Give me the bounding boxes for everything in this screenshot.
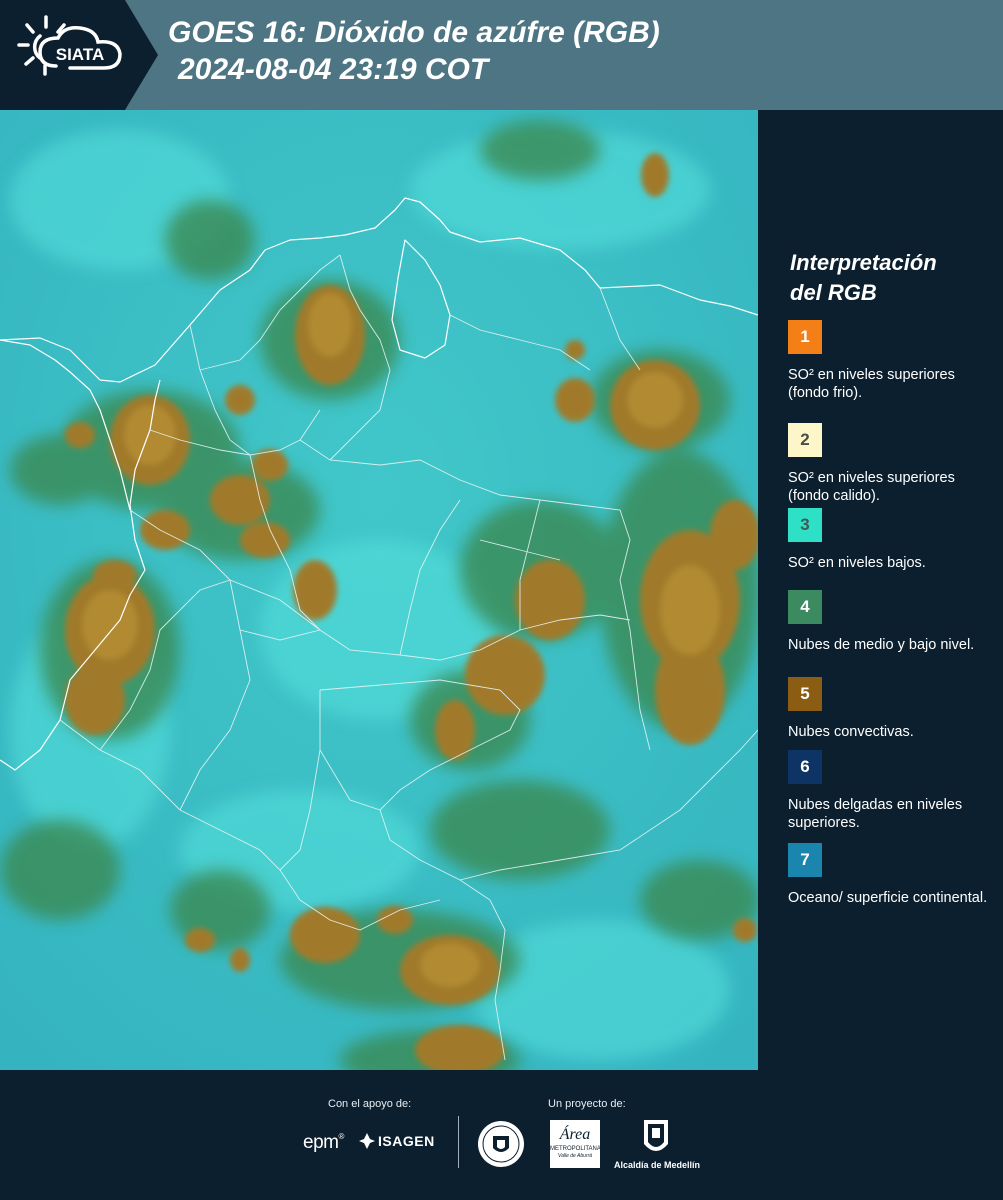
legend-swatch: 3 [788,508,822,542]
legend-label: Oceano/ superficie continental. [788,890,988,906]
legend-item-3: 3 SO² en niveles bajos. [788,508,988,572]
area-metropolitana-logo: Área METROPOLITANA Valle de Aburrá [550,1120,601,1168]
legend-label: Nubes convectivas. [788,724,914,740]
legend-label: SO² en niveles bajos. [788,555,926,571]
legend-title: Interpretación del RGB [790,250,937,305]
legend-item-1: 1 SO² en niveles superiores (fondo frio). [788,320,988,402]
legend-label: Nubes delgadas en niveles superiores. [788,797,963,831]
isagen-logo: ISAGEN [358,1132,435,1150]
footer: Con el apoyo de: Un proyecto de: epm® IS… [0,1070,1003,1200]
footer-separator [458,1116,459,1168]
satellite-map[interactable] [0,110,758,1070]
legend-swatch: 1 [788,320,822,354]
legend-swatch: 7 [788,843,822,877]
siata-logo-block: SIATA [0,0,158,110]
legend-swatch: 5 [788,677,822,711]
legend-panel: Interpretación del RGB 1 SO² en niveles s… [758,110,1003,1070]
legend-swatch: 2 [788,423,822,457]
page-title: GOES 16: Dióxido de azúfre (RGB) 2024-08… [168,14,660,88]
alcaldia-shield-icon [644,1120,668,1151]
medellin-seal-icon [478,1121,524,1167]
title-line-1: GOES 16: Dióxido de azúfre (RGB) [168,16,660,49]
title-line-2: 2024-08-04 23:19 COT [178,53,489,86]
isagen-icon [359,1133,375,1149]
legend-item-4: 4 Nubes de medio y bajo nivel. [788,590,988,654]
header-bar: SIATA GOES 16: Dióxido de azúfre (RGB) 2… [0,0,1003,110]
legend-label: Nubes de medio y bajo nivel. [788,637,975,653]
legend-item-7: 7 Oceano/ superficie continental. [788,843,988,907]
project-label: Un proyecto de: [548,1098,626,1110]
legend-item-6: 6 Nubes delgadas en niveles superiores. [788,750,988,832]
satellite-image [0,110,758,1070]
legend-item-2: 2 SO² en niveles superiores (fondo calido… [788,423,988,505]
legend-label: SO² en niveles superiores (fondo calido)… [788,470,955,504]
epm-logo: epm® [303,1132,344,1153]
siata-logo-text: SIATA [56,45,104,64]
legend-item-5: 5 Nubes convectivas. [788,677,988,741]
alcaldia-logo-text: Alcaldía de Medellín [614,1160,701,1170]
legend-label: SO² en niveles superiores (fondo frio). [788,367,955,401]
legend-swatch: 6 [788,750,822,784]
legend-swatch: 4 [788,590,822,624]
support-label: Con el apoyo de: [328,1098,412,1110]
